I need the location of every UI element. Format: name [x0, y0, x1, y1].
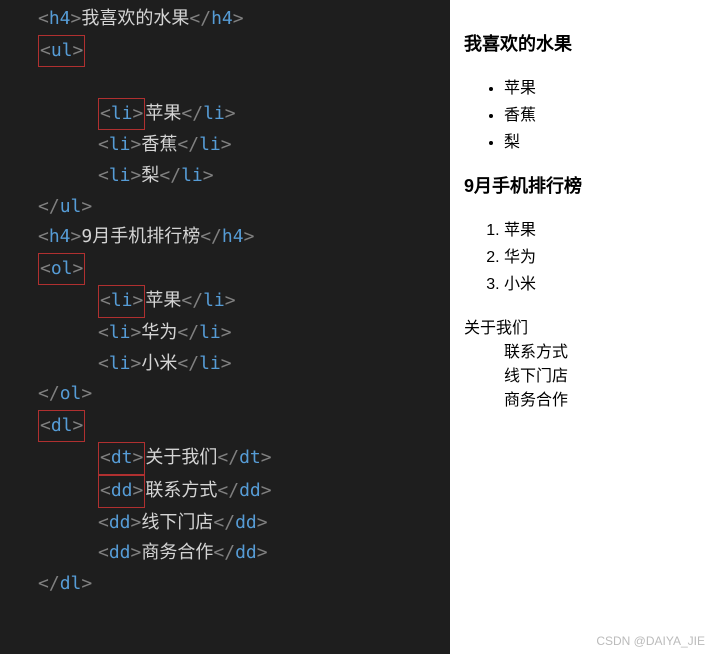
code-line: <li>苹果</li> [8, 98, 450, 131]
code-line: <li>苹果</li> [8, 285, 450, 318]
code-line: <dl> [8, 410, 450, 443]
preview-dt: 关于我们 [464, 314, 701, 338]
watermark: CSDN @DAIYA_JIE [596, 634, 705, 648]
preview-ul: 苹果 香蕉 梨 [464, 74, 701, 152]
code-line: <dd>联系方式</dd> [8, 475, 450, 508]
code-line: </ol> [8, 379, 450, 410]
preview-heading-2: 9月手机排行榜 [464, 172, 701, 198]
preview-heading-1: 我喜欢的水果 [464, 30, 701, 56]
list-item: 苹果 [504, 216, 701, 240]
list-item: 华为 [504, 243, 701, 267]
preview-ol: 苹果 华为 小米 [464, 216, 701, 294]
code-line: <li>小米</li> [8, 349, 450, 380]
code-line: <dd>商务合作</dd> [8, 538, 450, 569]
code-line: <li>华为</li> [8, 318, 450, 349]
code-line: <dt>关于我们</dt> [8, 442, 450, 475]
code-editor[interactable]: <h4>我喜欢的水果</h4> <ul> <li>苹果</li> <li>香蕉<… [0, 0, 450, 654]
code-line: <h4>我喜欢的水果</h4> [8, 4, 450, 35]
preview-dl: 关于我们 联系方式 线下门店 商务合作 [464, 314, 701, 410]
code-line: </dl> [8, 569, 450, 600]
code-line: <ul> [8, 35, 450, 68]
list-item: 梨 [504, 128, 701, 152]
code-line: <dd>线下门店</dd> [8, 508, 450, 539]
code-line: <li>香蕉</li> [8, 130, 450, 161]
preview-dd: 联系方式 [504, 338, 701, 362]
list-item: 小米 [504, 270, 701, 294]
code-line: <ol> [8, 253, 450, 286]
preview-dd: 商务合作 [504, 386, 701, 410]
preview-pane: 我喜欢的水果 苹果 香蕉 梨 9月手机排行榜 苹果 华为 小米 关于我们 联系方… [450, 0, 715, 654]
list-item: 香蕉 [504, 101, 701, 125]
list-item: 苹果 [504, 74, 701, 98]
code-line: <h4>9月手机排行榜</h4> [8, 222, 450, 253]
code-line: </ul> [8, 192, 450, 223]
code-line [8, 67, 450, 98]
code-line: <li>梨</li> [8, 161, 450, 192]
preview-dd: 线下门店 [504, 362, 701, 386]
